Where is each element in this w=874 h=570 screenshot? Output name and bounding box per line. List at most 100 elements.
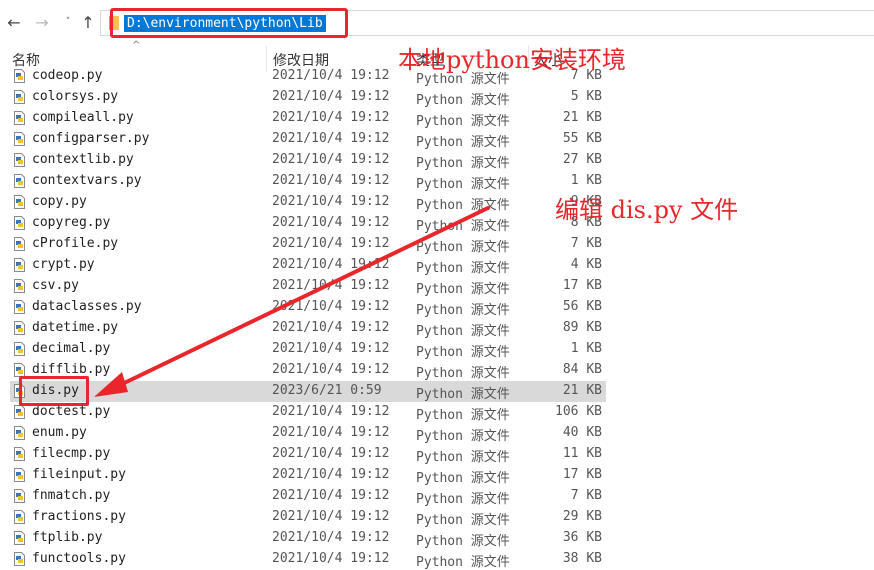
python-file-icon xyxy=(14,489,25,503)
file-name: enum.py xyxy=(32,425,87,440)
file-name: crypt.py xyxy=(32,257,95,272)
file-size: 84 KB xyxy=(562,362,602,377)
file-date: 2021/10/4 19:12 xyxy=(272,152,390,167)
annotation-edit-file: 编辑 dis.py 文件 xyxy=(555,196,739,224)
file-date: 2021/10/4 19:12 xyxy=(272,320,390,335)
file-name: datetime.py xyxy=(32,320,119,335)
file-type: Python 源文件 xyxy=(416,534,510,549)
file-size: 40 KB xyxy=(562,425,602,440)
file-row[interactable]: copy.py 2021/10/4 19:12 Python 源文件 9 KB xyxy=(10,192,606,213)
python-file-icon xyxy=(14,90,25,104)
file-size: 29 KB xyxy=(562,509,602,524)
up-arrow-icon[interactable]: ↑ xyxy=(78,12,98,32)
file-name: cProfile.py xyxy=(32,236,119,251)
file-date: 2021/10/4 19:12 xyxy=(272,236,390,251)
file-name: filecmp.py xyxy=(32,446,111,461)
file-type: Python 源文件 xyxy=(416,156,510,171)
file-date: 2021/10/4 19:12 xyxy=(272,131,390,146)
python-file-icon xyxy=(14,405,25,419)
file-row[interactable]: contextvars.py 2021/10/4 19:12 Python 源文件 1… xyxy=(10,171,606,192)
file-row[interactable]: fileinput.py 2021/10/4 19:12 Python 源文件 17 … xyxy=(10,465,606,486)
file-row[interactable]: dis.py 2023/6/21 0:59 Python 源文件 21 KB xyxy=(10,381,606,402)
file-row[interactable]: datetime.py 2021/10/4 19:12 Python 源文件 89 K… xyxy=(10,318,606,339)
file-row[interactable]: enum.py 2021/10/4 19:12 Python 源文件 40 KB xyxy=(10,423,606,444)
file-size: 7 KB xyxy=(570,236,602,251)
file-row[interactable]: compileall.py 2021/10/4 19:12 Python 源文件 21… xyxy=(10,108,606,129)
file-row[interactable]: contextlib.py 2021/10/4 19:12 Python 源文件 27… xyxy=(10,150,606,171)
file-date: 2021/10/4 19:12 xyxy=(272,362,390,377)
file-name: copy.py xyxy=(32,194,87,209)
file-row[interactable]: fnmatch.py 2021/10/4 19:12 Python 源文件 7 KB xyxy=(10,486,606,507)
file-type: Python 源文件 xyxy=(416,345,510,360)
file-type: Python 源文件 xyxy=(416,135,510,150)
file-name: doctest.py xyxy=(32,404,111,419)
file-row[interactable]: ftplib.py 2021/10/4 19:12 Python 源文件 36 KB xyxy=(10,528,606,549)
file-size: 17 KB xyxy=(562,467,602,482)
file-type: Python 源文件 xyxy=(416,93,510,108)
file-type: Python 源文件 xyxy=(416,177,510,192)
file-row[interactable]: functools.py 2021/10/4 19:12 Python 源文件 38 … xyxy=(10,549,606,570)
file-size: 36 KB xyxy=(562,530,602,545)
file-row[interactable]: filecmp.py 2021/10/4 19:12 Python 源文件 11 KB xyxy=(10,444,606,465)
file-size: 5 KB xyxy=(570,89,602,104)
file-date: 2021/10/4 19:12 xyxy=(272,446,390,461)
forward-arrow-icon[interactable]: → xyxy=(32,12,52,32)
file-date: 2021/10/4 19:12 xyxy=(272,488,390,503)
file-name: configparser.py xyxy=(32,131,150,146)
python-file-icon xyxy=(14,174,25,188)
file-date: 2021/10/4 19:12 xyxy=(272,194,390,209)
file-type: Python 源文件 xyxy=(416,429,510,444)
file-type: Python 源文件 xyxy=(416,366,510,381)
file-name: codeop.py xyxy=(32,68,103,83)
python-file-icon xyxy=(14,69,25,83)
file-row[interactable]: copyreg.py 2021/10/4 19:12 Python 源文件 8 KB xyxy=(10,213,606,234)
file-name: difflib.py xyxy=(32,362,111,377)
file-size: 21 KB xyxy=(562,110,602,125)
file-date: 2021/10/4 19:12 xyxy=(272,341,390,356)
python-file-icon xyxy=(14,510,25,524)
file-type: Python 源文件 xyxy=(416,513,510,528)
file-row[interactable]: dataclasses.py 2021/10/4 19:12 Python 源文件 5… xyxy=(10,297,606,318)
file-type: Python 源文件 xyxy=(416,219,510,234)
file-date: 2021/10/4 19:12 xyxy=(272,404,390,419)
python-file-icon xyxy=(14,111,25,125)
file-row[interactable]: doctest.py 2021/10/4 19:12 Python 源文件 106 K… xyxy=(10,402,606,423)
file-name: copyreg.py xyxy=(32,215,111,230)
python-file-icon xyxy=(14,447,25,461)
file-size: 4 KB xyxy=(570,257,602,272)
python-file-icon xyxy=(14,363,25,377)
file-type: Python 源文件 xyxy=(416,387,510,402)
file-date: 2021/10/4 19:12 xyxy=(272,530,390,545)
python-file-icon xyxy=(14,300,25,314)
file-size: 56 KB xyxy=(562,299,602,314)
annotation-local-env: 本地python安装环境 xyxy=(398,46,626,74)
file-row[interactable]: csv.py 2021/10/4 19:12 Python 源文件 17 KB xyxy=(10,276,606,297)
file-row[interactable]: cProfile.py 2021/10/4 19:12 Python 源文件 7 KB xyxy=(10,234,606,255)
back-arrow-icon[interactable]: ← xyxy=(4,12,24,32)
file-row[interactable]: crypt.py 2021/10/4 19:12 Python 源文件 4 KB xyxy=(10,255,606,276)
python-file-icon xyxy=(14,195,25,209)
file-row[interactable]: difflib.py 2021/10/4 19:12 Python 源文件 84 KB xyxy=(10,360,606,381)
recent-locations-chevron-icon[interactable]: ˅ xyxy=(58,12,78,32)
file-row[interactable]: fractions.py 2021/10/4 19:12 Python 源文件 29 … xyxy=(10,507,606,528)
python-file-icon xyxy=(14,426,25,440)
file-size: 7 KB xyxy=(570,488,602,503)
address-highlight-box xyxy=(110,8,348,38)
file-name: dataclasses.py xyxy=(32,299,142,314)
file-row[interactable]: configparser.py 2021/10/4 19:12 Python 源文件… xyxy=(10,129,606,150)
file-type: Python 源文件 xyxy=(416,114,510,129)
file-row[interactable]: colorsys.py 2021/10/4 19:12 Python 源文件 5 KB xyxy=(10,87,606,108)
file-date: 2021/10/4 19:12 xyxy=(272,299,390,314)
file-date: 2021/10/4 19:12 xyxy=(272,68,390,83)
file-name: fractions.py xyxy=(32,509,126,524)
file-size: 21 KB xyxy=(562,383,602,398)
file-date: 2021/10/4 19:12 xyxy=(272,257,390,272)
file-type: Python 源文件 xyxy=(416,555,510,570)
file-size: 1 KB xyxy=(570,341,602,356)
python-file-icon xyxy=(14,531,25,545)
python-file-icon xyxy=(14,468,25,482)
file-row[interactable]: decimal.py 2021/10/4 19:12 Python 源文件 1 KB xyxy=(10,339,606,360)
file-type: Python 源文件 xyxy=(416,408,510,423)
python-file-icon xyxy=(14,258,25,272)
file-name: fileinput.py xyxy=(32,467,126,482)
